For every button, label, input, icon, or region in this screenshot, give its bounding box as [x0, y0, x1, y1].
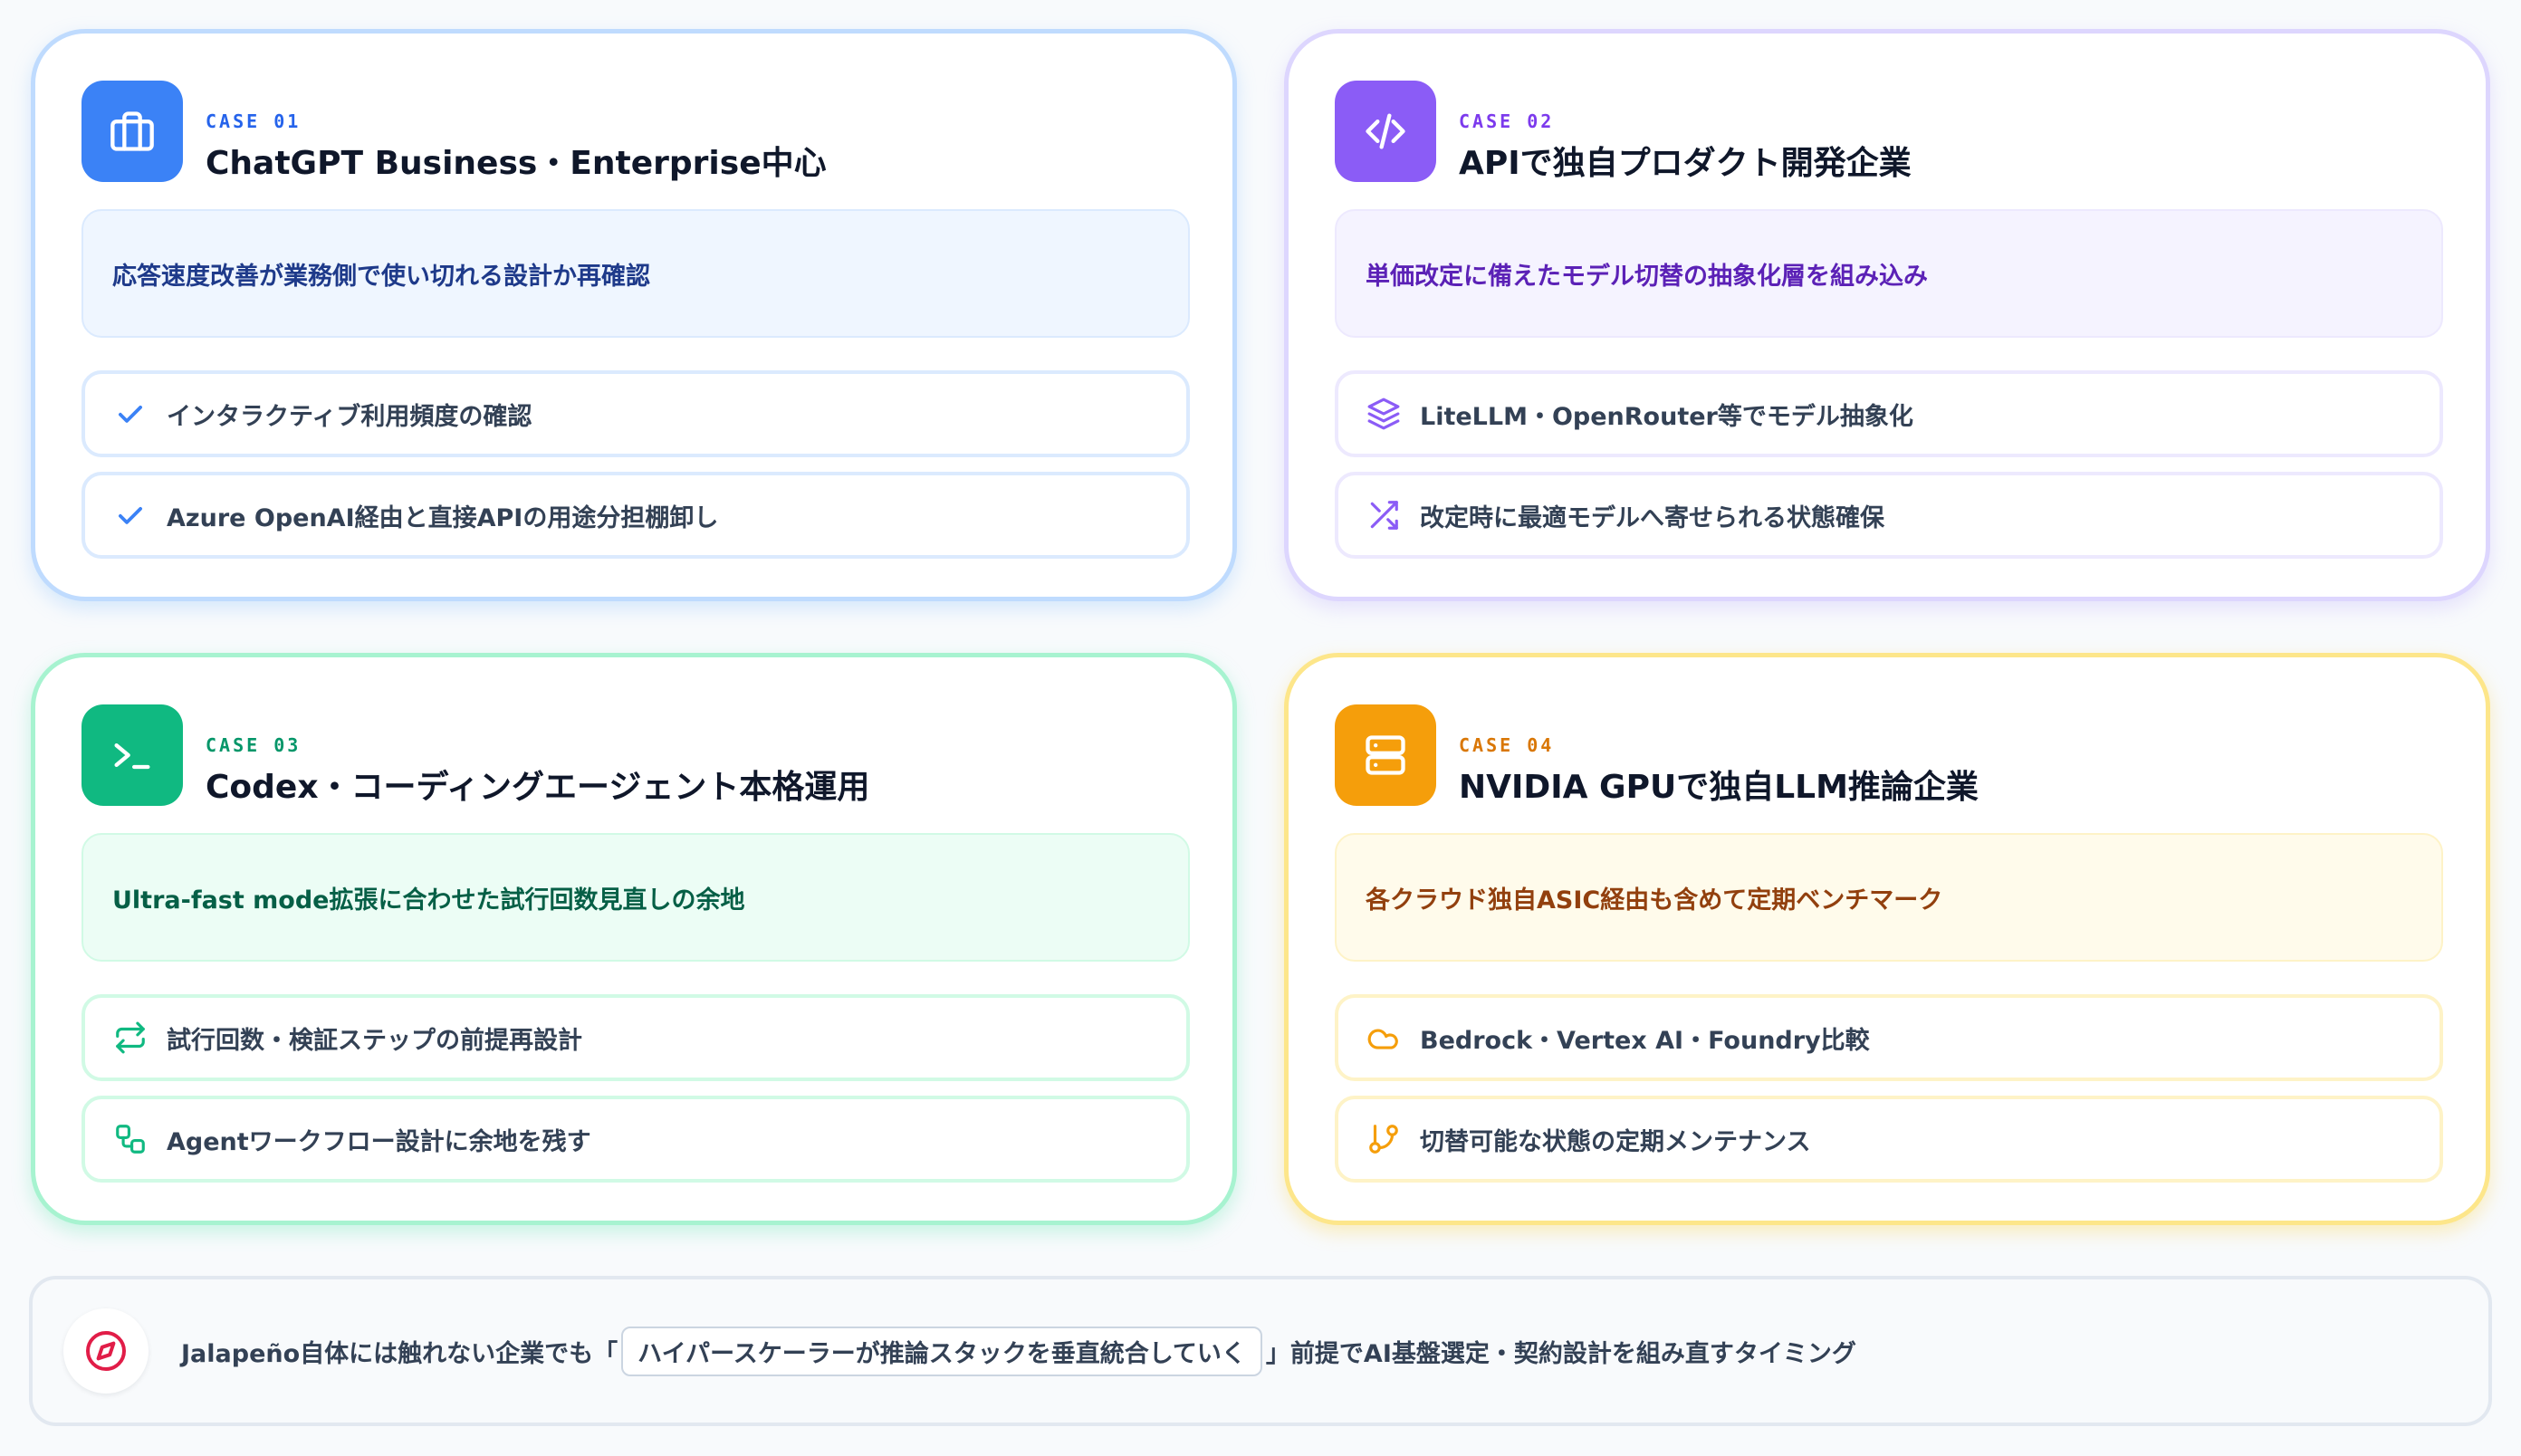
card-item-label: 改定時に最適モデルへ寄せられる状態確保 — [1420, 503, 1884, 532]
card-highlight: 応答速度改善が業務側で使い切れる設計か再確認 — [81, 209, 1190, 338]
card-item-label: Azure OpenAI経由と直接APIの用途分担棚卸し — [167, 503, 719, 532]
footer-text-after: 」前提でAI基盤選定・契約設計を組み直すタイミング — [1265, 1339, 1856, 1368]
footer-note: Jalapeño自体には触れない企業でも「 ハイパースケーラーが推論スタックを垂… — [29, 1276, 2492, 1426]
card-item-label: LiteLLM・OpenRouter等でモデル抽象化 — [1420, 402, 1913, 431]
shuffle-icon — [1366, 497, 1402, 533]
card-item-label: Bedrock・Vertex AI・Foundry比較 — [1420, 1026, 1870, 1055]
terminal-icon — [81, 704, 183, 806]
card-highlight: Ultra-fast mode拡張に合わせた試行回数見直しの余地 — [81, 833, 1190, 962]
layers-icon — [1366, 396, 1402, 432]
footer-text-before: Jalapeño自体には触れない企業でも「 — [181, 1339, 618, 1368]
case-card-04: CASE 04 NVIDIA GPUで独自LLM推論企業 各クラウド独自ASIC… — [1284, 653, 2490, 1225]
repeat-icon — [112, 1020, 149, 1056]
case-card-02: CASE 02 APIで独自プロダクト開発企業 単価改定に備えたモデル切替の抽象… — [1284, 29, 2490, 601]
case-label: CASE 04 — [1459, 734, 1555, 756]
server-icon — [1335, 704, 1436, 806]
footer-highlight-chip: ハイパースケーラーが推論スタックを垂直統合していく — [621, 1326, 1262, 1376]
card-item: LiteLLM・OpenRouter等でモデル抽象化 — [1335, 370, 2443, 457]
check-icon — [112, 497, 149, 533]
workflow-icon — [112, 1121, 149, 1157]
card-item: 試行回数・検証ステップの前提再設計 — [81, 994, 1190, 1081]
card-title: APIで独自プロダクト開発企業 — [1459, 145, 1912, 182]
git-branch-icon — [1366, 1121, 1402, 1157]
case-card-03: CASE 03 Codex・コーディングエージェント本格運用 Ultra-fas… — [31, 653, 1237, 1225]
card-item-label: Agentワークフロー設計に余地を残す — [167, 1127, 591, 1156]
case-label: CASE 02 — [1459, 110, 1555, 132]
card-item-label: 切替可能な状態の定期メンテナンス — [1420, 1127, 1811, 1156]
card-item: 切替可能な状態の定期メンテナンス — [1335, 1096, 2443, 1183]
cloud-icon — [1366, 1020, 1402, 1056]
card-item-label: 試行回数・検証ステップの前提再設計 — [167, 1026, 582, 1055]
card-title: ChatGPT Business・Enterprise中心 — [206, 145, 827, 182]
card-item: 改定時に最適モデルへ寄せられる状態確保 — [1335, 472, 2443, 559]
check-icon — [112, 396, 149, 432]
code-icon — [1335, 81, 1436, 182]
case-card-01: CASE 01 ChatGPT Business・Enterprise中心 応答… — [31, 29, 1237, 601]
card-item: Bedrock・Vertex AI・Foundry比較 — [1335, 994, 2443, 1081]
briefcase-icon — [81, 81, 183, 182]
compass-icon — [63, 1308, 149, 1394]
footer-text: Jalapeño自体には触れない企業でも「 ハイパースケーラーが推論スタックを垂… — [181, 1279, 1856, 1422]
card-item: Agentワークフロー設計に余地を残す — [81, 1096, 1190, 1183]
card-highlight: 各クラウド独自ASIC経由も含めて定期ベンチマーク — [1335, 833, 2443, 962]
card-title: NVIDIA GPUで独自LLM推論企業 — [1459, 769, 1979, 806]
card-item: Azure OpenAI経由と直接APIの用途分担棚卸し — [81, 472, 1190, 559]
case-label: CASE 03 — [206, 734, 302, 756]
case-label: CASE 01 — [206, 110, 302, 132]
card-item: インタラクティブ利用頻度の確認 — [81, 370, 1190, 457]
card-highlight: 単価改定に備えたモデル切替の抽象化層を組み込み — [1335, 209, 2443, 338]
card-title: Codex・コーディングエージェント本格運用 — [206, 769, 870, 806]
card-item-label: インタラクティブ利用頻度の確認 — [167, 402, 532, 431]
